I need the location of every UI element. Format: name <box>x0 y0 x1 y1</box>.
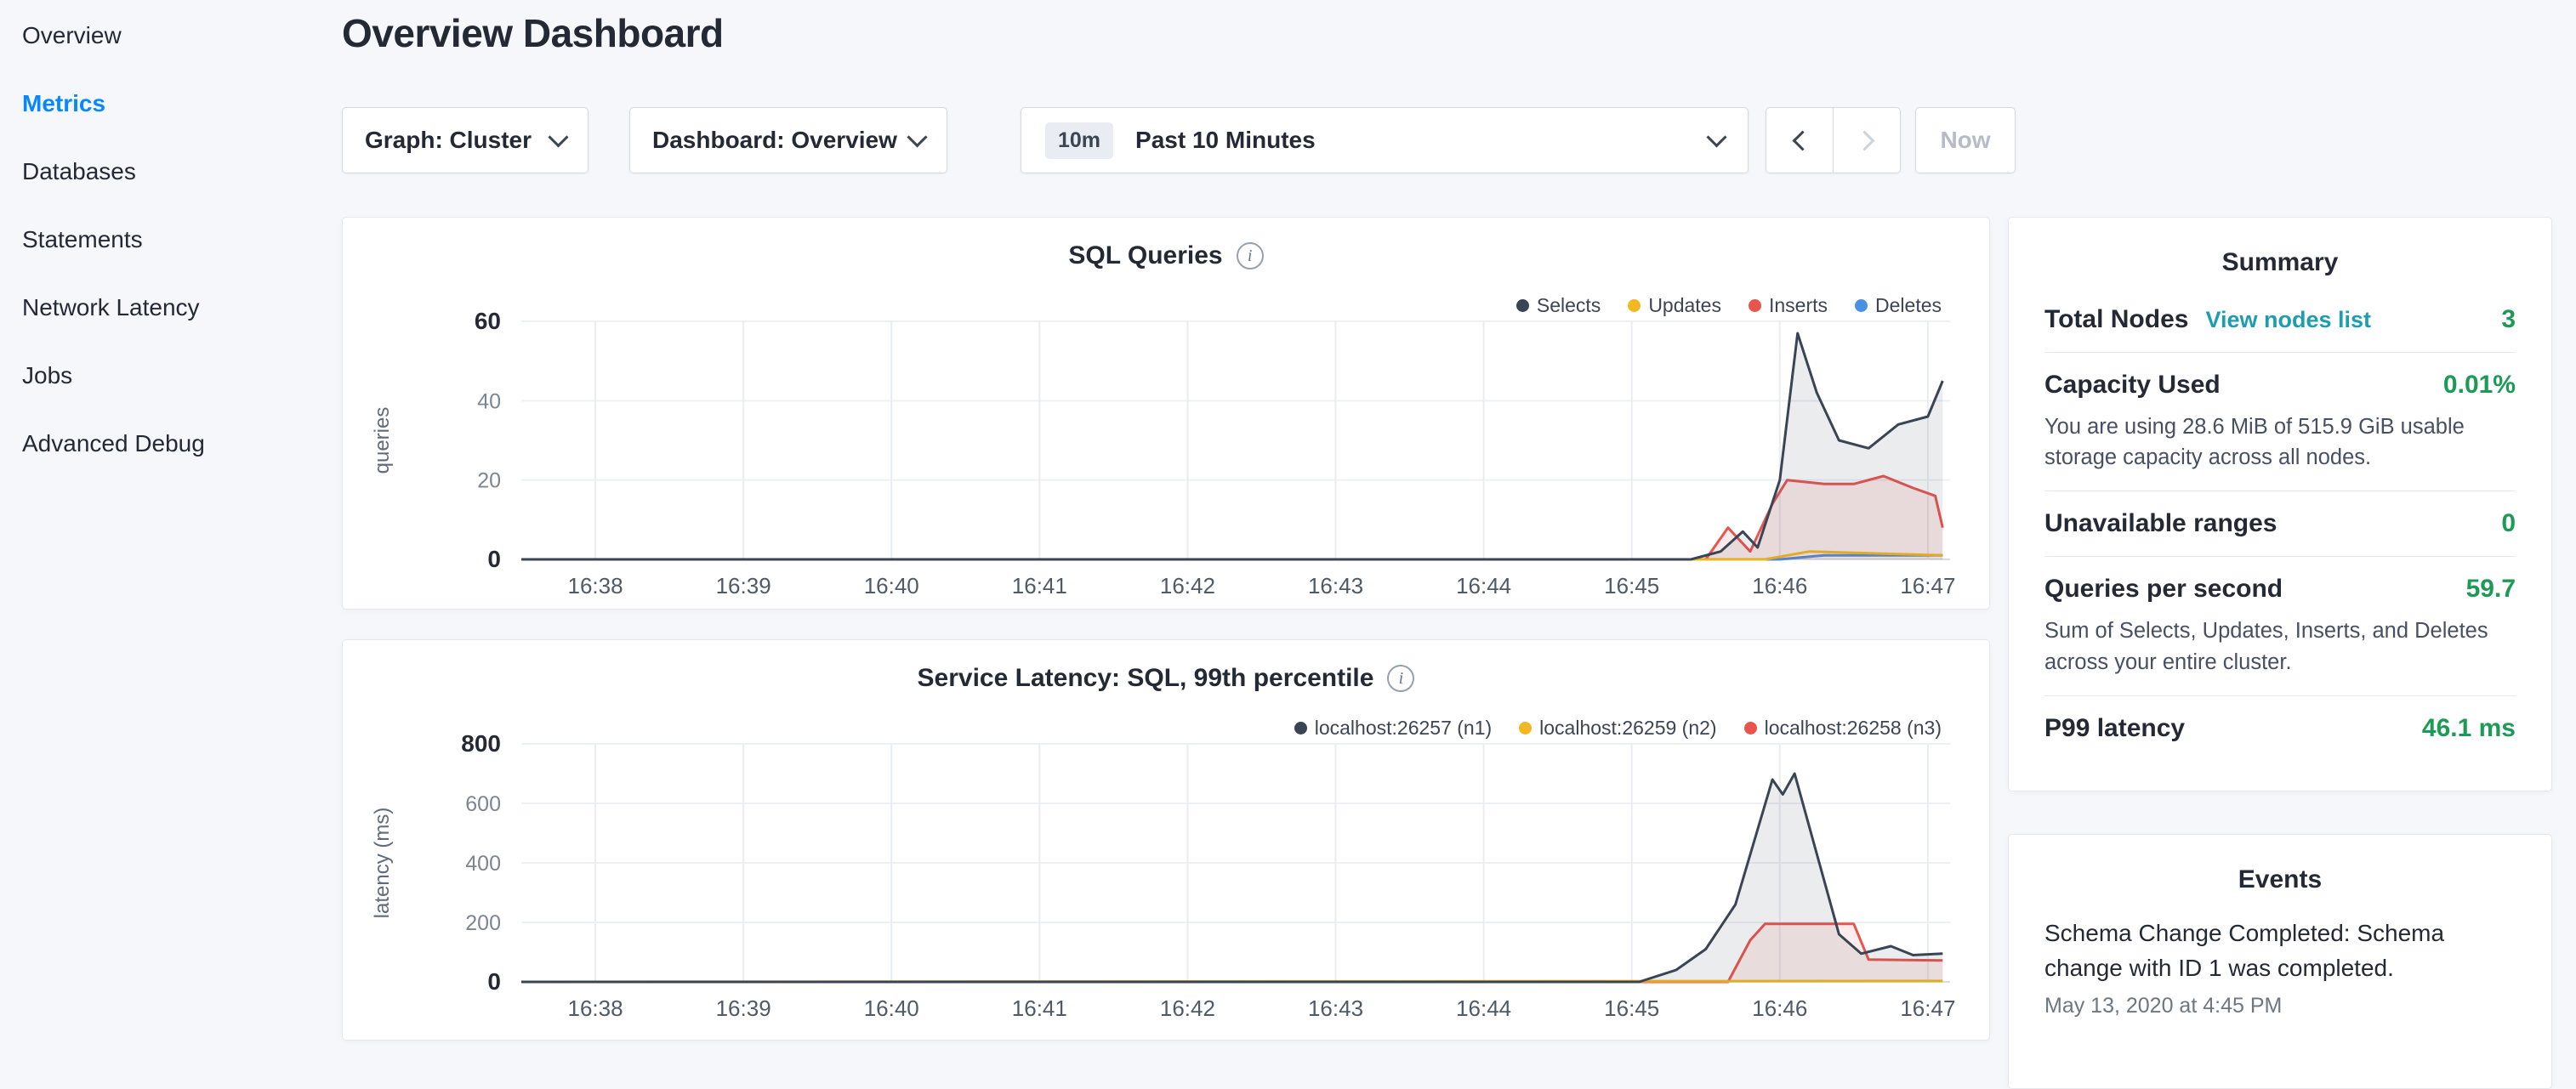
sidebar-item-advanced-debug[interactable]: Advanced Debug <box>0 410 323 478</box>
summary-label: P99 latency <box>2044 714 2185 743</box>
summary-note: Sum of Selects, Updates, Inserts, and De… <box>2044 615 2516 677</box>
svg-text:16:45: 16:45 <box>1604 573 1659 598</box>
summary-row-capacity-used: Capacity Used 0.01% You are using 28.6 M… <box>2044 353 2516 491</box>
svg-text:16:40: 16:40 <box>864 573 919 598</box>
time-window-label: Past 10 Minutes <box>1135 127 1316 154</box>
service-latency-chart[interactable]: 0 200 400 600 800 16:38 16:39 16:40 16:41 16:42 16… <box>343 732 1991 1029</box>
time-window-selector[interactable]: 10m Past 10 Minutes <box>1021 107 1749 173</box>
svg-text:16:44: 16:44 <box>1456 573 1511 598</box>
svg-text:600: 600 <box>465 792 501 816</box>
summary-label: Capacity Used <box>2044 371 2221 400</box>
time-window-next-button[interactable] <box>1833 107 1901 173</box>
time-window-badge: 10m <box>1045 122 1113 159</box>
summary-value: 0.01% <box>2443 371 2516 400</box>
chart-title: SQL Queries <box>1068 241 1222 270</box>
svg-text:0: 0 <box>487 546 501 572</box>
svg-text:16:45: 16:45 <box>1604 995 1659 1021</box>
event-item-text: Schema Change Completed: Schema change w… <box>2044 916 2516 985</box>
sidebar: Overview Metrics Databases Statements Ne… <box>0 0 323 1052</box>
svg-text:60: 60 <box>475 309 501 334</box>
summary-row-p99-latency: P99 latency 46.1 ms <box>2044 696 2516 761</box>
svg-text:16:47: 16:47 <box>1900 573 1955 598</box>
summary-value: 3 <box>2501 305 2516 334</box>
chevron-right-icon <box>1854 130 1874 150</box>
summary-title: Summary <box>2044 248 2516 277</box>
info-icon[interactable]: i <box>1237 242 1264 269</box>
svg-text:200: 200 <box>465 911 501 935</box>
info-icon[interactable]: i <box>1387 665 1414 692</box>
svg-text:16:42: 16:42 <box>1160 995 1215 1021</box>
now-button-label: Now <box>1940 127 1990 154</box>
chart-title: Service Latency: SQL, 99th percentile <box>918 664 1374 693</box>
summary-value: 0 <box>2501 509 2516 538</box>
dashboard-dropdown-label: Dashboard: Overview <box>652 127 897 154</box>
svg-text:16:46: 16:46 <box>1752 995 1807 1021</box>
service-latency-chart-panel: Service Latency: SQL, 99th percentile i … <box>342 639 1990 1041</box>
summary-label: Total Nodes <box>2044 305 2188 334</box>
event-item-timestamp: May 13, 2020 at 4:45 PM <box>2044 994 2516 1018</box>
svg-text:20: 20 <box>477 469 501 493</box>
graph-dropdown[interactable]: Graph: Cluster <box>342 107 589 173</box>
svg-text:latency (ms): latency (ms) <box>371 808 394 919</box>
summary-value: 46.1 ms <box>2422 714 2516 743</box>
svg-text:16:38: 16:38 <box>568 573 623 598</box>
now-button[interactable]: Now <box>1915 107 2016 173</box>
events-title: Events <box>2044 865 2516 894</box>
svg-text:16:38: 16:38 <box>568 995 623 1021</box>
events-panel: Events Schema Change Completed: Schema c… <box>2008 834 2552 1089</box>
summary-panel: Summary Total Nodes View nodes list 3 Ca… <box>2008 217 2552 791</box>
summary-row-total-nodes: Total Nodes View nodes list 3 <box>2044 287 2516 353</box>
chevron-left-icon <box>1792 130 1812 150</box>
summary-value: 59.7 <box>2466 575 2516 604</box>
summary-row-queries-per-second: Queries per second 59.7 Sum of Selects, … <box>2044 557 2516 695</box>
summary-label: Unavailable ranges <box>2044 509 2277 538</box>
summary-label: Queries per second <box>2044 575 2283 604</box>
summary-row-unavailable-ranges: Unavailable ranges 0 <box>2044 491 2516 557</box>
svg-text:16:41: 16:41 <box>1012 573 1067 598</box>
svg-text:800: 800 <box>461 732 501 757</box>
svg-text:16:46: 16:46 <box>1752 573 1807 598</box>
sidebar-item-databases[interactable]: Databases <box>0 138 323 206</box>
chevron-down-icon <box>1706 127 1726 147</box>
sidebar-item-jobs[interactable]: Jobs <box>0 342 323 410</box>
svg-text:16:40: 16:40 <box>864 995 919 1021</box>
dashboard-dropdown[interactable]: Dashboard: Overview <box>629 107 947 173</box>
view-nodes-list-link[interactable]: View nodes list <box>2205 307 2371 333</box>
svg-text:16:39: 16:39 <box>716 995 771 1021</box>
svg-text:40: 40 <box>477 389 501 413</box>
graph-dropdown-label: Graph: Cluster <box>365 127 532 154</box>
sql-queries-chart-panel: SQL Queries i SelectsUpdatesInsertsDelet… <box>342 217 1990 610</box>
chevron-down-icon <box>548 127 568 147</box>
page-title: Overview Dashboard <box>342 10 724 56</box>
chevron-down-icon <box>907 127 927 147</box>
sql-queries-chart[interactable]: 0 20 40 60 16:38 16:39 16:40 16:41 16:42 16:43 16:… <box>343 309 1991 607</box>
svg-text:16:41: 16:41 <box>1012 995 1067 1021</box>
sidebar-item-network-latency[interactable]: Network Latency <box>0 274 323 342</box>
svg-text:16:44: 16:44 <box>1456 995 1511 1021</box>
svg-text:16:39: 16:39 <box>716 573 771 598</box>
svg-text:0: 0 <box>487 968 501 995</box>
time-window-prev-button[interactable] <box>1766 107 1834 173</box>
summary-note: You are using 28.6 MiB of 515.9 GiB usab… <box>2044 411 2516 473</box>
sidebar-item-metrics[interactable]: Metrics <box>0 70 323 138</box>
sidebar-item-statements[interactable]: Statements <box>0 206 323 274</box>
svg-text:16:47: 16:47 <box>1900 995 1955 1021</box>
sidebar-item-overview[interactable]: Overview <box>0 2 323 70</box>
svg-text:16:43: 16:43 <box>1308 995 1363 1021</box>
svg-text:16:43: 16:43 <box>1308 573 1363 598</box>
svg-text:16:42: 16:42 <box>1160 573 1215 598</box>
svg-text:queries: queries <box>371 407 394 474</box>
svg-text:400: 400 <box>465 852 501 876</box>
